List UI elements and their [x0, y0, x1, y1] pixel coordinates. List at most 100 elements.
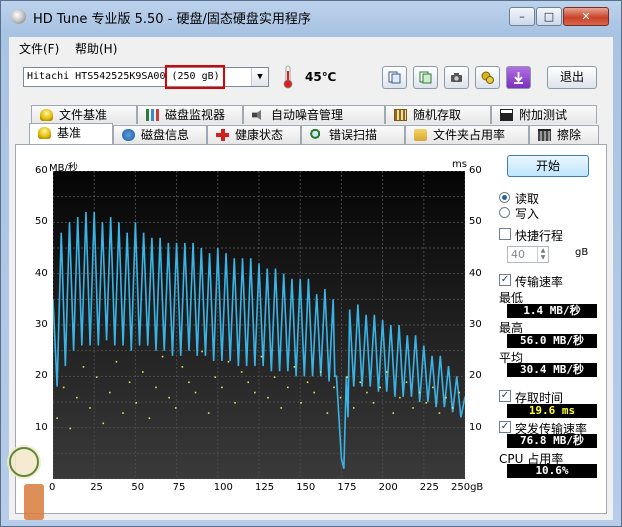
close-button[interactable]: ✕: [563, 7, 609, 26]
maximize-button[interactable]: □: [536, 7, 562, 26]
tab-label: 文件基准: [59, 108, 108, 122]
access-time-point: [399, 396, 401, 399]
capacity-highlight-box: [165, 65, 225, 89]
menu-file[interactable]: 文件(F): [19, 40, 59, 57]
access-time-point: [227, 360, 230, 363]
tab-health[interactable]: 健康状态: [207, 125, 301, 144]
access-time-point: [141, 371, 144, 373]
cpu-usage-value: 10.6%: [507, 464, 597, 478]
tab-benchmark[interactable]: 基准: [29, 123, 113, 144]
y2-tick-label: 30: [469, 319, 482, 330]
tab-disk-monitor[interactable]: 磁盘监视器: [137, 105, 243, 124]
tab-folder-usage[interactable]: 文件夹占用率: [405, 125, 529, 144]
access-time-point: [188, 381, 190, 384]
title-bar[interactable]: HD Tune 专业版 5.50 - 硬盘/固态硬盘实用程序 – □ ✕: [1, 1, 621, 31]
y-tick-label: 50: [35, 216, 48, 228]
x-tick-label: 150: [296, 482, 316, 493]
copy-screenshot-button[interactable]: [413, 66, 438, 89]
x-tick-label: 200: [378, 482, 398, 493]
short-stroke-value: 40: [511, 248, 525, 261]
access-time-point: [76, 396, 78, 399]
tab-label: 健康状态: [235, 128, 284, 142]
access-time-point: [451, 407, 454, 409]
x-tick-label: 75: [172, 482, 186, 493]
tab-label: 磁盘信息: [141, 128, 190, 142]
access-time-point: [115, 360, 118, 363]
menu-help[interactable]: 帮助(H): [75, 40, 117, 57]
tab-error-scan[interactable]: 错误扫描: [301, 125, 405, 144]
access-time-point: [102, 422, 105, 425]
exit-button[interactable]: 退出: [547, 66, 597, 89]
tab-label: 自动噪音管理: [271, 108, 344, 122]
x-tick-label: 0: [49, 482, 56, 493]
access-time-point: [313, 391, 315, 394]
x-tick-label: 175: [337, 482, 357, 493]
write-label: 写入: [515, 207, 540, 221]
access-time-point: [221, 386, 223, 389]
access-time-point: [234, 402, 236, 404]
short-stroke-unit: gB: [575, 247, 589, 258]
y2-tick-label: 50: [469, 216, 482, 228]
y-tick-label: 30: [35, 319, 48, 330]
tab-extra-tests[interactable]: 附加测试: [491, 105, 597, 124]
folder-icon: [414, 129, 427, 141]
x-tick-label: 50: [131, 482, 145, 493]
access-time-point: [207, 412, 210, 414]
tab-disk-info[interactable]: 磁盘信息: [113, 125, 207, 144]
download-button[interactable]: [506, 66, 531, 89]
access-time-point: [438, 412, 441, 414]
lightbulb-icon: [38, 127, 51, 139]
access-time-point: [392, 412, 395, 414]
access-time-point: [458, 391, 461, 394]
spinner-arrows-icon[interactable]: ▲ ▼: [537, 247, 548, 262]
tab-noise-management[interactable]: 自动噪音管理: [243, 105, 385, 124]
access-time-point: [293, 366, 296, 368]
burst-rate-checkbox[interactable]: ✓: [499, 421, 511, 433]
access-time-point: [148, 417, 151, 419]
start-button[interactable]: 开始: [507, 155, 589, 177]
tab-erase[interactable]: 擦除: [529, 125, 599, 144]
camera-button[interactable]: [444, 66, 469, 89]
access-time-point: [135, 402, 137, 404]
access-time-point: [319, 371, 322, 373]
tab-random-access[interactable]: 随机存取: [385, 105, 491, 124]
transfer-rate-checkbox[interactable]: ✓: [499, 274, 511, 286]
access-time-point: [372, 402, 375, 404]
tab-label: 基准: [57, 126, 82, 140]
copy-info-button[interactable]: [382, 66, 407, 89]
y2-tick-label: 60: [469, 165, 482, 176]
y-tick-label: 40: [35, 267, 48, 279]
short-stroke-checkbox[interactable]: [499, 228, 511, 240]
access-time-point: [82, 366, 85, 368]
x-tick-label: 100: [213, 482, 233, 493]
write-radio[interactable]: [499, 207, 510, 218]
drive-options-button[interactable]: [475, 66, 500, 89]
access-time-point: [359, 381, 362, 384]
y2-tick-label: 40: [469, 267, 482, 279]
access-time-checkbox[interactable]: ✓: [499, 390, 511, 402]
access-time-point: [385, 371, 388, 373]
tab-label: 随机存取: [413, 108, 462, 122]
access-time-point: [432, 386, 434, 389]
copy-info-icon: [388, 71, 401, 84]
drive-select[interactable]: Hitachi HTS542525K9SA00 (250 gB) ▼: [23, 67, 269, 87]
y2-axis-label: ms: [452, 159, 467, 170]
minimize-button[interactable]: –: [509, 7, 535, 26]
tab-file-benchmark[interactable]: 文件基准: [31, 105, 137, 124]
tab-label: 错误扫描: [329, 128, 378, 142]
read-radio[interactable]: [499, 192, 510, 203]
access-time-point: [201, 350, 203, 353]
chevron-down-icon[interactable]: ▼: [251, 68, 268, 86]
access-time-point: [240, 371, 243, 373]
grid-icon: [394, 109, 407, 121]
transfer-rate-label: 传输速率: [515, 275, 564, 289]
access-time-point: [168, 396, 170, 399]
access-time-point: [273, 376, 276, 378]
tab-label: 文件夹占用率: [433, 128, 506, 142]
access-time-point: [161, 355, 164, 358]
access-time-point: [326, 412, 329, 414]
temperature-value: 45℃: [305, 70, 337, 84]
access-time-point: [267, 396, 269, 399]
thermometer-icon: [283, 65, 293, 89]
short-stroke-input[interactable]: 40 ▲ ▼: [507, 246, 549, 263]
